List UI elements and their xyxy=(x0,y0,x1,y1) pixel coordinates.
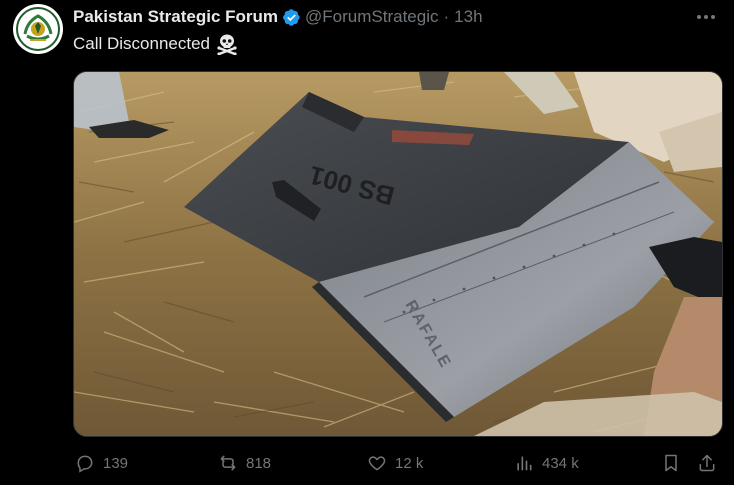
post-image[interactable]: BS 001 RAFALE xyxy=(73,71,723,437)
repost-button[interactable]: 818 xyxy=(218,453,271,473)
repost-count: 818 xyxy=(246,454,272,472)
repost-icon xyxy=(220,455,236,471)
separator-dot: · xyxy=(443,7,450,26)
verified-badge-icon[interactable] xyxy=(282,8,301,27)
reply-icon xyxy=(77,455,93,473)
post-text-content: Call Disconnected xyxy=(73,34,211,53)
author-name[interactable]: Pakistan Strategic Forum xyxy=(73,7,278,27)
views-bar-chart-icon xyxy=(517,456,532,471)
share-upload-icon xyxy=(699,454,715,472)
like-button[interactable]: 12 k xyxy=(367,453,423,473)
forum-logo-icon xyxy=(14,5,62,53)
views-button[interactable]: 434 k xyxy=(514,453,579,473)
avatar[interactable] xyxy=(13,4,63,54)
like-count: 12 k xyxy=(395,454,424,472)
bookmark-button[interactable] xyxy=(661,453,689,473)
more-options-icon[interactable] xyxy=(694,6,718,28)
reply-count: 139 xyxy=(103,454,129,472)
author-handle[interactable]: @ForumStrategic xyxy=(305,7,438,27)
bookmark-icon xyxy=(665,454,677,472)
reply-button[interactable]: 139 xyxy=(75,453,128,473)
views-count: 434 k xyxy=(542,454,579,472)
post-header: Pakistan Strategic Forum @ForumStrategic… xyxy=(73,6,724,28)
share-button[interactable] xyxy=(697,453,725,473)
post-time[interactable]: 13h xyxy=(454,7,482,27)
post-actions: 139 818 12 k 434 k xyxy=(73,446,722,482)
heart-icon xyxy=(368,456,386,471)
wreckage-photo: BS 001 RAFALE xyxy=(74,72,722,436)
skull-crossbones-icon xyxy=(217,34,237,55)
post-text: Call Disconnected xyxy=(73,33,238,55)
